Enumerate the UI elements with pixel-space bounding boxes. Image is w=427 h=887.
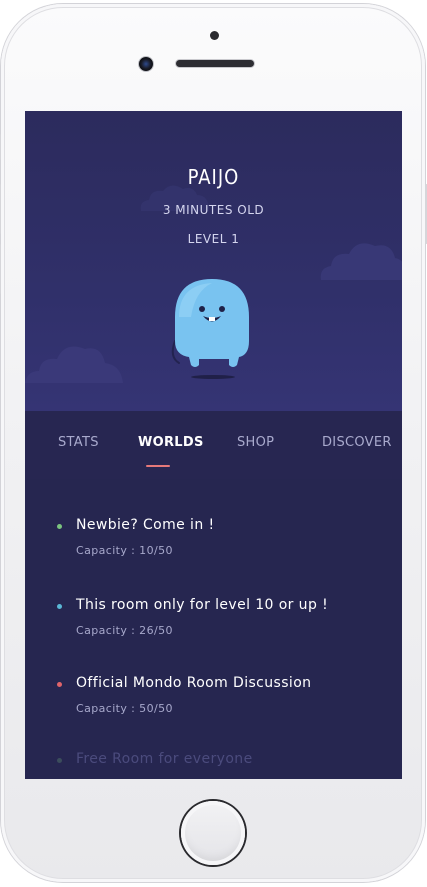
tab-stats[interactable]: Stats (58, 435, 99, 450)
room-title: This room only for level 10 or up ! (76, 597, 329, 613)
room-title: Free Room for everyone (76, 751, 253, 767)
side-button (0, 134, 1, 160)
list-item[interactable]: This room only for level 10 or up ! Capa… (25, 559, 402, 637)
room-capacity: Capacity : 10/50 (76, 544, 173, 557)
room-title: Newbie? Come in ! (76, 517, 215, 533)
front-camera (139, 57, 153, 71)
proximity-sensor (210, 31, 219, 40)
pet-monster-avatar[interactable] (165, 271, 265, 391)
speaker-grille (176, 60, 254, 67)
app-screen: PAIJO 3 MINUTES OLD LEVEL 1 Stats Worlds… (25, 111, 402, 779)
status-dot-icon (57, 758, 62, 763)
list-item[interactable]: Newbie? Come in ! Capacity : 10/50 (25, 479, 402, 557)
pet-header: PAIJO 3 MINUTES OLD LEVEL 1 (25, 111, 402, 411)
status-dot-icon (57, 604, 62, 609)
tab-worlds[interactable]: Worlds (138, 435, 204, 450)
pet-name: PAIJO (187, 165, 240, 189)
tab-shop[interactable]: Shop (237, 435, 274, 450)
room-capacity: Capacity : 26/50 (76, 624, 173, 637)
cloud-icon (25, 346, 123, 383)
tab-bar: Stats Worlds Shop Discover (25, 411, 402, 479)
room-list: Newbie? Come in ! Capacity : 10/50 This … (25, 479, 402, 779)
side-button (0, 244, 1, 294)
tab-discover[interactable]: Discover (322, 435, 392, 450)
status-dot-icon (57, 682, 62, 687)
list-item[interactable]: Free Room for everyone (25, 713, 402, 773)
home-button[interactable] (181, 801, 245, 865)
list-item[interactable]: Official Mondo Room Discussion Capacity … (25, 637, 402, 715)
pet-age: 3 MINUTES OLD (162, 203, 265, 217)
status-dot-icon (57, 524, 62, 529)
side-button (0, 184, 1, 234)
active-tab-indicator (146, 465, 170, 467)
pet-level: LEVEL 1 (187, 232, 240, 246)
room-title: Official Mondo Room Discussion (76, 675, 312, 691)
